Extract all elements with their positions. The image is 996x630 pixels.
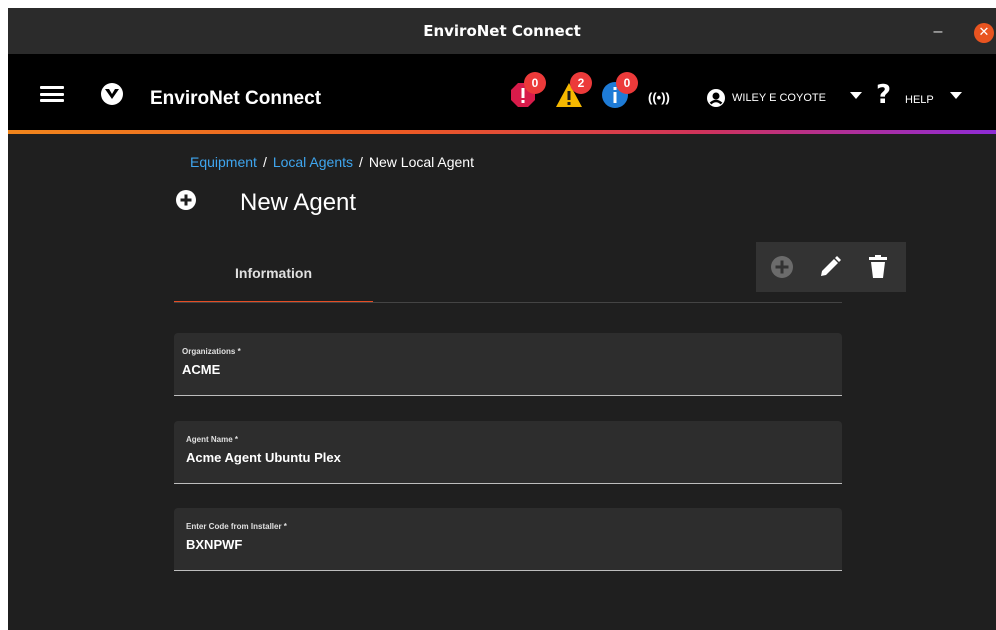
tab-divider [174,302,842,303]
installer-code-label: Enter Code from Installer * [186,522,287,531]
chevron-down-icon [850,92,862,99]
organizations-field[interactable]: Organizations * ACME [174,333,842,396]
agent-name-label: Agent Name * [186,435,239,444]
connection-status-icon[interactable]: ((•)) [648,90,670,105]
header-accent-bar [8,130,996,134]
window-titlebar: EnviroNet Connect – ✕ [8,8,996,54]
record-toolbar [756,242,906,292]
menu-icon[interactable] [40,86,64,102]
user-account-icon [707,89,725,107]
installer-code-value: BXNPWF [186,537,243,552]
page-title: New Agent [240,189,357,216]
breadcrumb-separator: / [359,154,363,170]
critical-alerts-button[interactable]: 0 [508,72,546,110]
breadcrumb-separator: / [262,154,267,170]
installer-code-field[interactable]: Enter Code from Installer * BXNPWF [174,508,842,571]
tab-information-label: Information [235,265,312,281]
critical-alert-count: 0 [524,72,546,94]
vertiv-logo-icon [101,83,123,105]
organizations-label: Organizations * [182,347,241,356]
app-window: EnviroNet Connect – ✕ EnviroNet Connect … [8,8,996,630]
minimize-button[interactable]: – [928,20,948,40]
window-title: EnviroNet Connect [423,22,581,40]
add-icon[interactable] [770,255,794,279]
app-header: EnviroNet Connect 0 2 0 ((•)) WILEY E CO… [8,54,996,134]
warning-alert-count: 2 [570,72,592,94]
info-alerts-button[interactable]: 0 [600,72,638,110]
help-menu-label[interactable]: HELP [905,94,934,106]
help-icon[interactable]: ? [876,80,891,110]
organizations-value: ACME [182,362,221,377]
breadcrumb: Equipment / Local Agents / New Local Agent [190,154,474,170]
breadcrumb-current: New Local Agent [368,154,474,170]
chevron-down-icon[interactable] [950,92,962,99]
edit-pencil-icon[interactable] [818,255,842,279]
close-button[interactable]: ✕ [974,23,994,43]
user-name: WILEY E COYOTE [732,92,826,104]
agent-name-field[interactable]: Agent Name * Acme Agent Ubuntu Plex [174,421,842,484]
info-alert-count: 0 [616,72,638,94]
breadcrumb-equipment[interactable]: Equipment [190,154,257,170]
brand-title: EnviroNet Connect [150,88,322,109]
agent-name-value: Acme Agent Ubuntu Plex [186,450,341,465]
tab-information[interactable]: Information [174,257,373,303]
delete-trash-icon[interactable] [866,255,890,279]
add-circle-icon [176,190,196,210]
breadcrumb-local-agents[interactable]: Local Agents [273,154,353,170]
warning-alerts-button[interactable]: 2 [554,72,592,110]
